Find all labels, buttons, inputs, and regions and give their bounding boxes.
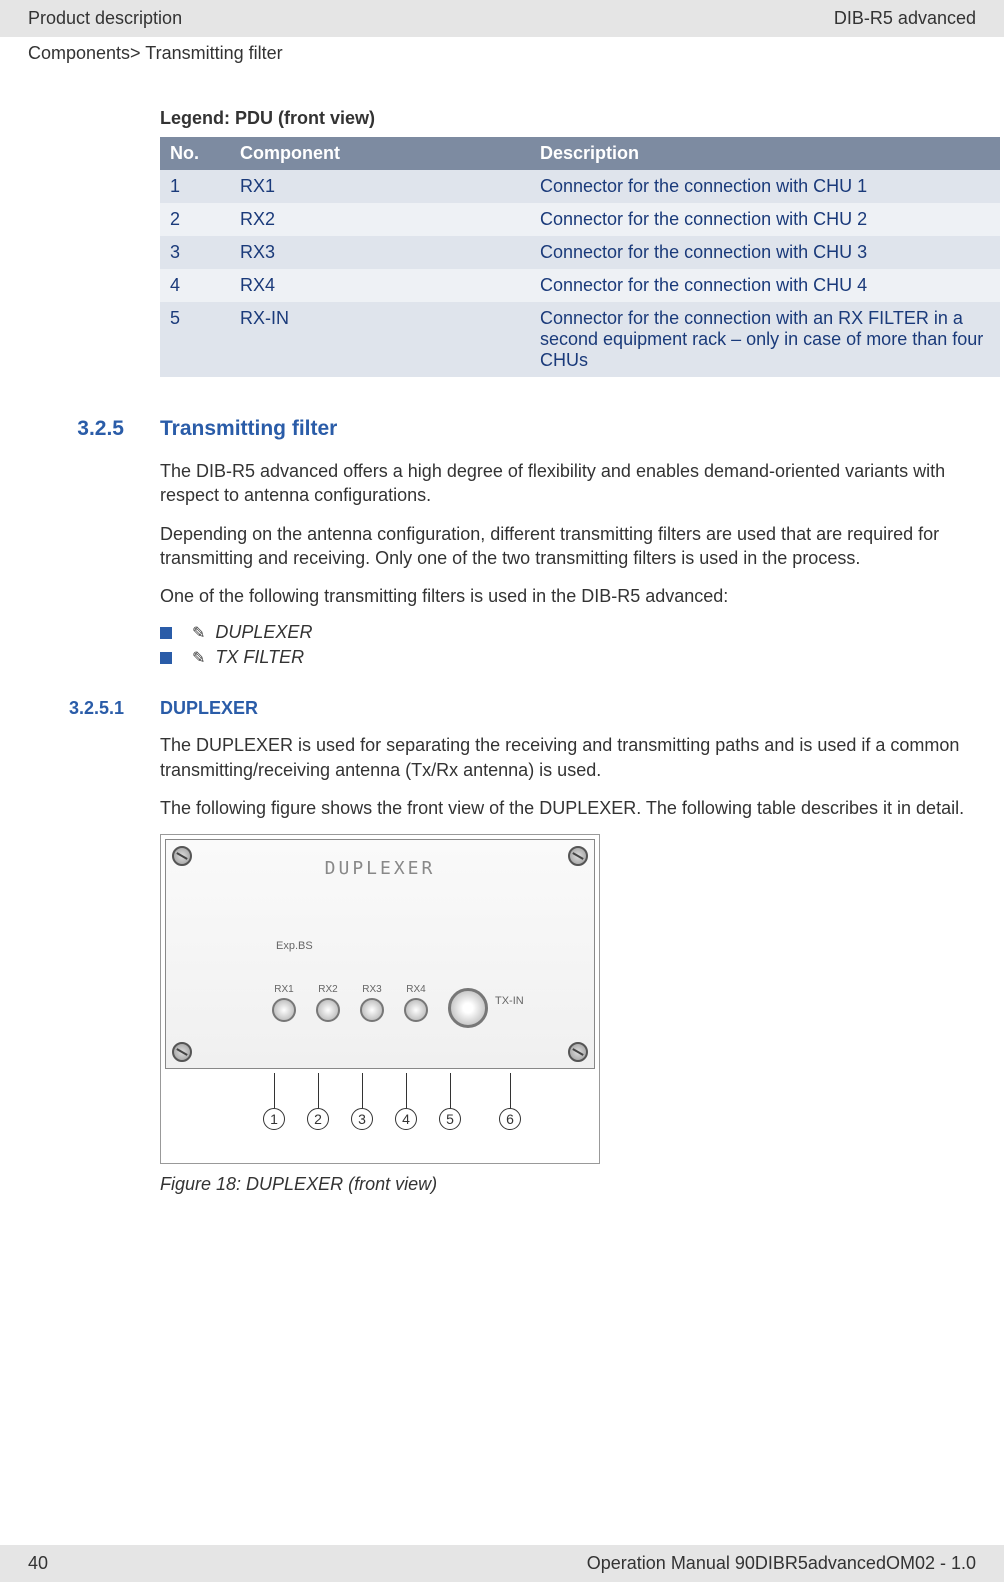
page-header: Product description DIB-R5 advanced [0, 0, 1004, 37]
pointer-icon: ✎ [192, 648, 205, 668]
screw-icon [172, 1042, 192, 1062]
paragraph: The DIB-R5 advanced offers a high degree… [160, 459, 976, 508]
cell-description: Connector for the connection with an RX … [530, 302, 1000, 377]
cell-no: 1 [160, 170, 230, 203]
subsection-number: 3.2.5.1 [28, 698, 160, 719]
header-right: DIB-R5 advanced [834, 8, 976, 29]
bullet-list: ✎ DUPLEXER ✎ TX FILTER [160, 622, 976, 668]
cell-component: RX2 [230, 203, 530, 236]
conn-label: RX1 [274, 984, 293, 995]
legend-th-no: No. [160, 137, 230, 170]
figure-caption: Figure 18: DUPLEXER (front view) [160, 1174, 976, 1195]
table-row: 4 RX4 Connector for the connection with … [160, 269, 1000, 302]
figure-callouts: 1 2 3 4 5 6 [161, 1073, 599, 1153]
cell-description: Connector for the connection with CHU 4 [530, 269, 1000, 302]
footer-right: Operation Manual 90DIBR5advancedOM02 - 1… [587, 1553, 976, 1574]
duplexer-panel: DUPLEXER Exp.BS RX1 RX2 RX3 RX4 TX-IN [165, 839, 595, 1069]
callout: 6 [499, 1073, 521, 1130]
cell-description: Connector for the connection with CHU 1 [530, 170, 1000, 203]
table-row: 5 RX-IN Connector for the connection wit… [160, 302, 1000, 377]
callout: 3 [351, 1073, 373, 1130]
legend-title: Legend: PDU (front view) [160, 108, 976, 129]
legend-table: No. Component Description 1 RX1 Connecto… [160, 137, 1000, 377]
callout-number: 4 [395, 1108, 417, 1130]
figure-container: DUPLEXER Exp.BS RX1 RX2 RX3 RX4 TX-IN 1 … [160, 834, 976, 1164]
subsection-heading: 3.2.5.1 DUPLEXER [28, 698, 976, 719]
panel-title: DUPLEXER [166, 858, 594, 879]
table-row: 3 RX3 Connector for the connection with … [160, 236, 1000, 269]
cell-description: Connector for the connection with CHU 3 [530, 236, 1000, 269]
section-title: Transmitting filter [160, 417, 337, 441]
connector-txin: TX-IN [448, 988, 488, 1028]
callout-number: 1 [263, 1108, 285, 1130]
callout: 2 [307, 1073, 329, 1130]
cell-component: RX4 [230, 269, 530, 302]
list-item: ✎ DUPLEXER [160, 622, 976, 643]
conn-label: RX4 [406, 984, 425, 995]
header-left: Product description [28, 8, 182, 29]
connector-rx3: RX3 [360, 998, 384, 1022]
callout-number: 3 [351, 1108, 373, 1130]
content-area: Legend: PDU (front view) No. Component D… [0, 68, 1004, 1195]
cell-component: RX1 [230, 170, 530, 203]
callout-number: 5 [439, 1108, 461, 1130]
cell-component: RX-IN [230, 302, 530, 377]
bullet-text: DUPLEXER [215, 622, 312, 643]
legend-th-component: Component [230, 137, 530, 170]
callout: 1 [263, 1073, 285, 1130]
cell-no: 3 [160, 236, 230, 269]
callout: 4 [395, 1073, 417, 1130]
table-row: 1 RX1 Connector for the connection with … [160, 170, 1000, 203]
conn-label: RX3 [362, 984, 381, 995]
bullet-square-icon [160, 627, 172, 639]
breadcrumb: Components> Transmitting filter [0, 37, 1004, 68]
section-number: 3.2.5 [28, 417, 160, 441]
callout-number: 6 [499, 1108, 521, 1130]
table-row: 2 RX2 Connector for the connection with … [160, 203, 1000, 236]
paragraph: The DUPLEXER is used for separating the … [160, 733, 976, 782]
paragraph: The following figure shows the front vie… [160, 796, 976, 820]
cell-no: 4 [160, 269, 230, 302]
callout: 5 [439, 1073, 461, 1130]
figure-box: DUPLEXER Exp.BS RX1 RX2 RX3 RX4 TX-IN 1 … [160, 834, 600, 1164]
txin-label: TX-IN [495, 995, 524, 1007]
bullet-text: TX FILTER [215, 647, 304, 668]
exp-label: Exp.BS [276, 940, 313, 952]
callout-number: 2 [307, 1108, 329, 1130]
legend-header-row: No. Component Description [160, 137, 1000, 170]
cell-component: RX3 [230, 236, 530, 269]
pointer-icon: ✎ [192, 623, 205, 643]
connector-rx1: RX1 [272, 998, 296, 1022]
cell-no: 5 [160, 302, 230, 377]
connector-rx2: RX2 [316, 998, 340, 1022]
cell-no: 2 [160, 203, 230, 236]
connector-rx4: RX4 [404, 998, 428, 1022]
subsection-title: DUPLEXER [160, 698, 258, 719]
page-footer: 40 Operation Manual 90DIBR5advancedOM02 … [0, 1545, 1004, 1582]
paragraph: Depending on the antenna configuration, … [160, 522, 976, 571]
list-item: ✎ TX FILTER [160, 647, 976, 668]
legend-th-description: Description [530, 137, 1000, 170]
paragraph: One of the following transmitting filter… [160, 584, 976, 608]
cell-description: Connector for the connection with CHU 2 [530, 203, 1000, 236]
section-heading: 3.2.5 Transmitting filter [28, 417, 976, 441]
connector-row: RX1 RX2 RX3 RX4 TX-IN [166, 998, 594, 1028]
conn-label: RX2 [318, 984, 337, 995]
bullet-square-icon [160, 652, 172, 664]
screw-icon [568, 1042, 588, 1062]
footer-page-number: 40 [28, 1553, 48, 1574]
